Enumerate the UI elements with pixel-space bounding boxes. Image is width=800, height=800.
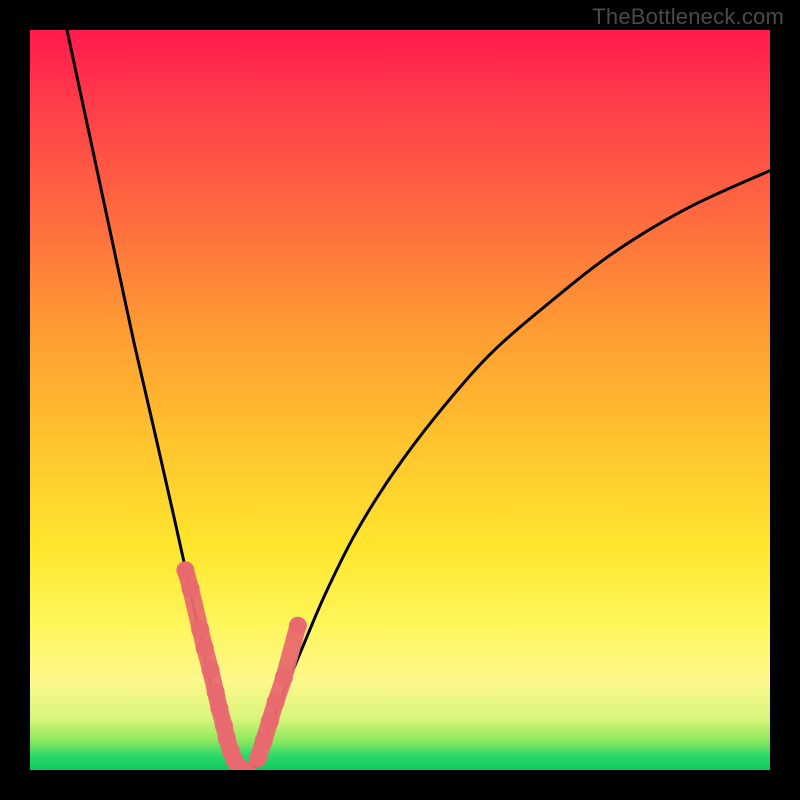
right-branch-markers-dot (255, 731, 273, 749)
right-branch-markers-dot (289, 617, 307, 635)
marker-layer (176, 561, 306, 770)
plot-area (30, 30, 770, 770)
left-branch-markers-dot (207, 683, 225, 701)
chart-frame: TheBottleneck.com (0, 0, 800, 800)
left-branch-markers-dot (196, 639, 214, 657)
right-branch-markers-dot (267, 693, 285, 711)
right-branch-markers-dot (275, 669, 293, 687)
left-branch-markers-dot (210, 700, 228, 718)
right-branch-markers-dot (261, 712, 279, 730)
right-branch-curve (252, 171, 770, 770)
left-branch-markers-dot (202, 661, 220, 679)
left-branch-markers-dot (191, 620, 209, 638)
left-branch-markers-dot (182, 580, 200, 598)
chart-svg (30, 30, 770, 770)
curve-layer (67, 30, 770, 770)
watermark-text: TheBottleneck.com (592, 4, 784, 30)
left-branch-markers-dot (176, 561, 194, 579)
right-branch-markers-dot (249, 749, 267, 767)
